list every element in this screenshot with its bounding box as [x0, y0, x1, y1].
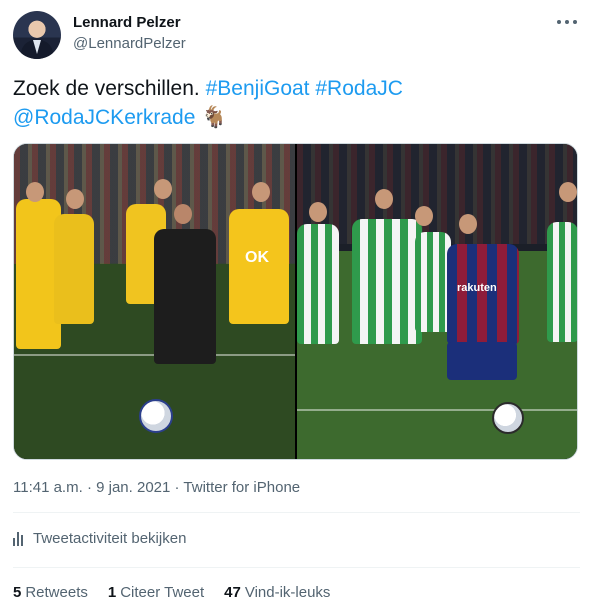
tweet-plain-text: Zoek de verschillen.	[13, 77, 200, 100]
meta-separator: ·	[174, 479, 180, 496]
quotes-count: 1	[107, 584, 117, 601]
player-blaugrana: rakuten	[447, 244, 519, 344]
mention-link[interactable]: @RodaJCKerkrade	[13, 106, 195, 129]
player-green-white	[415, 232, 451, 332]
meta-separator: ·	[86, 479, 97, 496]
photo-right[interactable]: rakuten	[297, 144, 577, 459]
player-head	[309, 202, 327, 222]
retweets-count: 5	[13, 584, 22, 601]
football	[139, 399, 173, 433]
tweet-activity-label: Tweetactiviteit bekijken	[33, 530, 187, 547]
likes-label: Vind-ik-leuks	[244, 584, 331, 601]
player-head	[252, 182, 270, 202]
activity-bars-icon	[13, 531, 23, 546]
quotes-stat[interactable]: 1 Citeer Tweet	[108, 584, 204, 601]
author-handle[interactable]: @LennardPelzer	[73, 35, 186, 52]
tweet-activity-button[interactable]: Tweetactiviteit bekijken	[13, 530, 186, 547]
likes-count: 47	[224, 584, 241, 601]
player-green-white	[547, 222, 577, 342]
player-head	[415, 206, 433, 226]
tweet-media[interactable]: OK rakuten	[13, 143, 578, 460]
player-head	[174, 204, 192, 224]
more-dot	[573, 20, 577, 24]
player-head	[459, 214, 477, 234]
retweets-stat[interactable]: 5 Retweets	[13, 584, 88, 601]
player-head	[66, 189, 84, 209]
likes-stat[interactable]: 47 Vind-ik-leuks	[224, 584, 330, 601]
football	[492, 402, 524, 434]
divider	[13, 512, 580, 513]
player-black	[154, 229, 216, 364]
player-shorts	[447, 342, 517, 380]
player-head	[375, 189, 393, 209]
player-head	[154, 179, 172, 199]
tweet-meta: 11:41 a.m. · 9 jan. 2021 · Twitter for i…	[13, 479, 300, 496]
retweets-label: Retweets	[25, 584, 88, 601]
tweet-text: Zoek de verschillen. #BenjiGoat #RodaJC …	[13, 74, 573, 132]
hashtag-link[interactable]: #RodaJC	[315, 77, 403, 100]
player-head	[26, 182, 44, 202]
quotes-label: Citeer Tweet	[120, 584, 205, 601]
player-green-white	[297, 224, 339, 344]
player-yellow: OK	[229, 209, 289, 324]
player-green-white	[352, 219, 422, 344]
goat-emoji: 🐐	[201, 106, 228, 129]
stadium-crowd	[297, 144, 577, 244]
shirt-sponsor-text: OK	[245, 249, 269, 266]
shirt-sponsor-text: rakuten	[457, 282, 497, 294]
player-yellow	[54, 214, 94, 324]
more-dot	[557, 20, 561, 24]
photo-left[interactable]: OK	[14, 144, 295, 459]
hashtag-link[interactable]: #BenjiGoat	[206, 77, 310, 100]
more-dot	[565, 20, 569, 24]
tweet-time[interactable]: 11:41 a.m.	[13, 479, 83, 496]
avatar[interactable]	[13, 11, 61, 59]
player-head	[559, 182, 577, 202]
tweet-date[interactable]: 9 jan. 2021	[96, 479, 170, 496]
pitch-line	[297, 409, 577, 411]
more-options-icon[interactable]	[557, 14, 577, 30]
author-name[interactable]: Lennard Pelzer	[73, 14, 181, 31]
tweet-source[interactable]: Twitter for iPhone	[183, 479, 300, 496]
tweet-stats: 5 Retweets 1 Citeer Tweet 47 Vind-ik-leuks	[13, 584, 330, 601]
divider	[13, 567, 580, 568]
